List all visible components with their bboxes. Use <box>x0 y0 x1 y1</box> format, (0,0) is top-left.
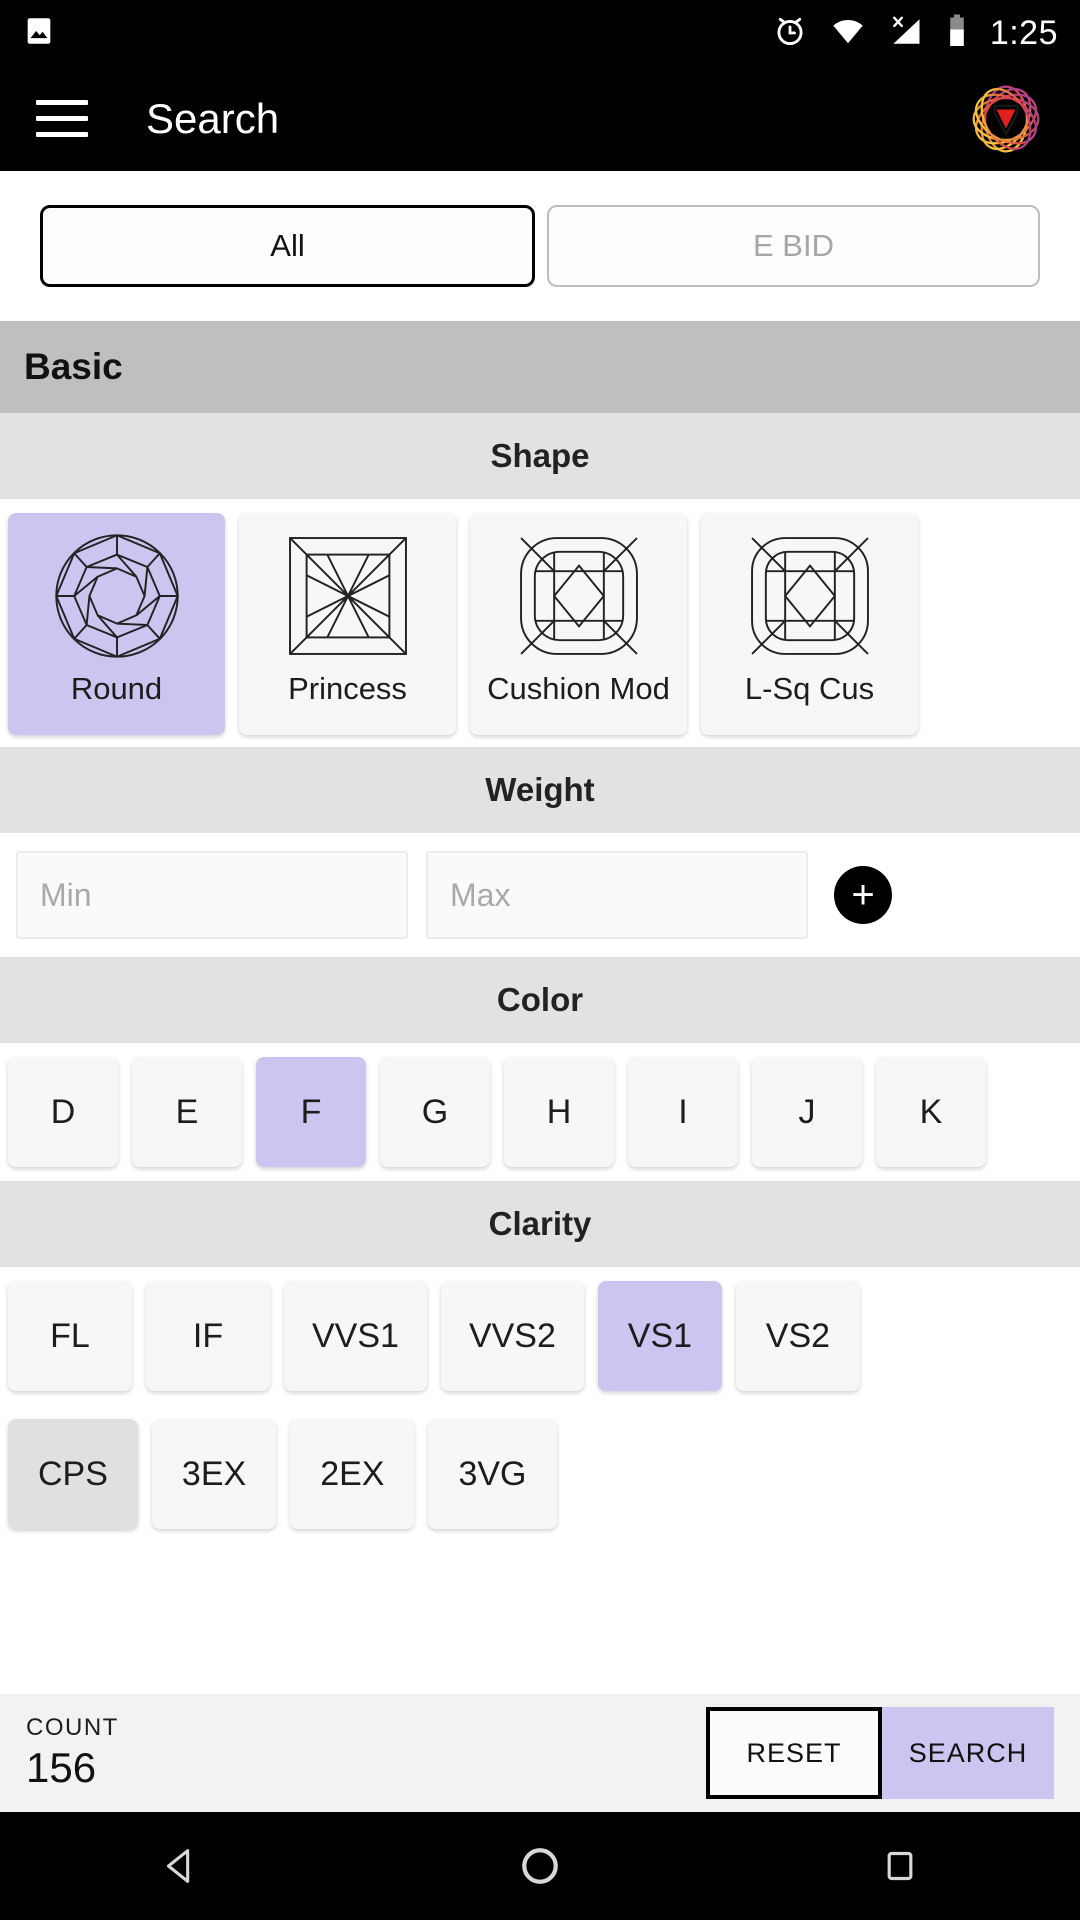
sub-header-clarity: Clarity <box>0 1181 1080 1267</box>
round-diamond-icon <box>48 527 186 665</box>
clarity-chip-fl[interactable]: FL <box>8 1281 132 1391</box>
reset-button[interactable]: RESET <box>706 1707 882 1799</box>
weight-max-input[interactable]: Max <box>426 851 808 939</box>
sub-header-color: Color <box>0 957 1080 1043</box>
sub-header-shape: Shape <box>0 413 1080 499</box>
color-chip-e[interactable]: E <box>132 1057 242 1167</box>
hamburger-menu-icon[interactable] <box>36 100 88 137</box>
sub-header-weight: Weight <box>0 747 1080 833</box>
shape-card-princess[interactable]: Princess <box>239 513 456 735</box>
action-button-group: RESET SEARCH <box>706 1694 1054 1812</box>
status-bar: 1:25 <box>0 0 1080 66</box>
cushion-mod-diamond-icon <box>510 527 648 665</box>
page-title: Search <box>146 94 280 142</box>
clarity-chip-vvs1[interactable]: VVS1 <box>284 1281 427 1391</box>
weight-row: Min Max + <box>0 833 1080 957</box>
color-chip-d[interactable]: D <box>8 1057 118 1167</box>
count-block: COUNT 156 <box>26 1714 119 1792</box>
cut-chip-2ex[interactable]: 2EX <box>290 1419 415 1529</box>
shape-card-cushion-mod[interactable]: Cushion Mod <box>470 513 687 735</box>
clarity-chip-vs2[interactable]: VS2 <box>735 1281 860 1391</box>
search-button[interactable]: SEARCH <box>882 1707 1054 1799</box>
count-value: 156 <box>26 1744 97 1791</box>
app-logo-icon[interactable] <box>968 81 1044 157</box>
shape-label: Princess <box>288 671 407 706</box>
shape-strip[interactable]: Round Princess Cushion Mod L-Sq Cus <box>0 499 1080 747</box>
cut-chip-strip[interactable]: CPS 3EX 2EX 3VG <box>0 1405 1080 1543</box>
clarity-chip-vs1[interactable]: VS1 <box>597 1281 722 1391</box>
color-chip-g[interactable]: G <box>380 1057 490 1167</box>
home-circle-icon[interactable] <box>480 1843 600 1889</box>
shape-label: L-Sq Cus <box>744 671 875 706</box>
tab-e-bid[interactable]: E BID <box>547 205 1040 287</box>
shape-card-round[interactable]: Round <box>8 513 225 735</box>
section-header-basic: Basic <box>0 321 1080 413</box>
clarity-chip-vvs2[interactable]: VVS2 <box>440 1281 584 1391</box>
gallery-icon <box>22 14 56 53</box>
color-chip-k[interactable]: K <box>876 1057 986 1167</box>
alarm-icon <box>772 13 808 54</box>
status-bar-left <box>22 14 56 53</box>
color-chip-j[interactable]: J <box>752 1057 862 1167</box>
cut-chip-3vg[interactable]: 3VG <box>428 1419 557 1529</box>
battery-icon <box>946 13 968 54</box>
color-chip-h[interactable]: H <box>504 1057 614 1167</box>
shape-label: Cushion Mod <box>487 671 670 706</box>
cut-chip-cps[interactable]: CPS <box>8 1419 138 1529</box>
count-label: COUNT <box>26 1714 119 1741</box>
bottom-action-bar: COUNT 156 RESET SEARCH <box>0 1694 1080 1812</box>
add-weight-range-button[interactable]: + <box>834 866 892 924</box>
tab-row: All E BID <box>0 171 1080 321</box>
recents-square-icon[interactable] <box>840 1846 960 1886</box>
android-nav-bar <box>0 1812 1080 1920</box>
signal-no-sim-icon <box>888 13 924 54</box>
status-bar-clock: 1:25 <box>989 13 1058 52</box>
clarity-chip-strip[interactable]: FL IF VVS1 VVS2 VS1 VS2 <box>0 1267 1080 1405</box>
shape-card-l-sq-cushion[interactable]: L-Sq Cus <box>701 513 918 735</box>
weight-min-input[interactable]: Min <box>16 851 408 939</box>
color-chip-i[interactable]: I <box>628 1057 738 1167</box>
app-bar: Search <box>0 66 1080 171</box>
status-bar-right: 1:25 <box>772 13 1058 54</box>
tab-all[interactable]: All <box>40 205 535 287</box>
color-chip-strip[interactable]: D E F G H I J K <box>0 1043 1080 1181</box>
shape-label: Round <box>70 671 163 706</box>
princess-diamond-icon <box>279 527 417 665</box>
back-triangle-icon[interactable] <box>120 1843 240 1889</box>
clarity-chip-if[interactable]: IF <box>146 1281 270 1391</box>
color-chip-f[interactable]: F <box>256 1057 366 1167</box>
cut-chip-3ex[interactable]: 3EX <box>151 1419 277 1529</box>
wifi-icon <box>830 13 866 54</box>
filter-scroll-area[interactable]: All E BID Basic Shape Round Princess Cus… <box>0 171 1080 1694</box>
l-sq-cushion-diamond-icon <box>741 527 879 665</box>
